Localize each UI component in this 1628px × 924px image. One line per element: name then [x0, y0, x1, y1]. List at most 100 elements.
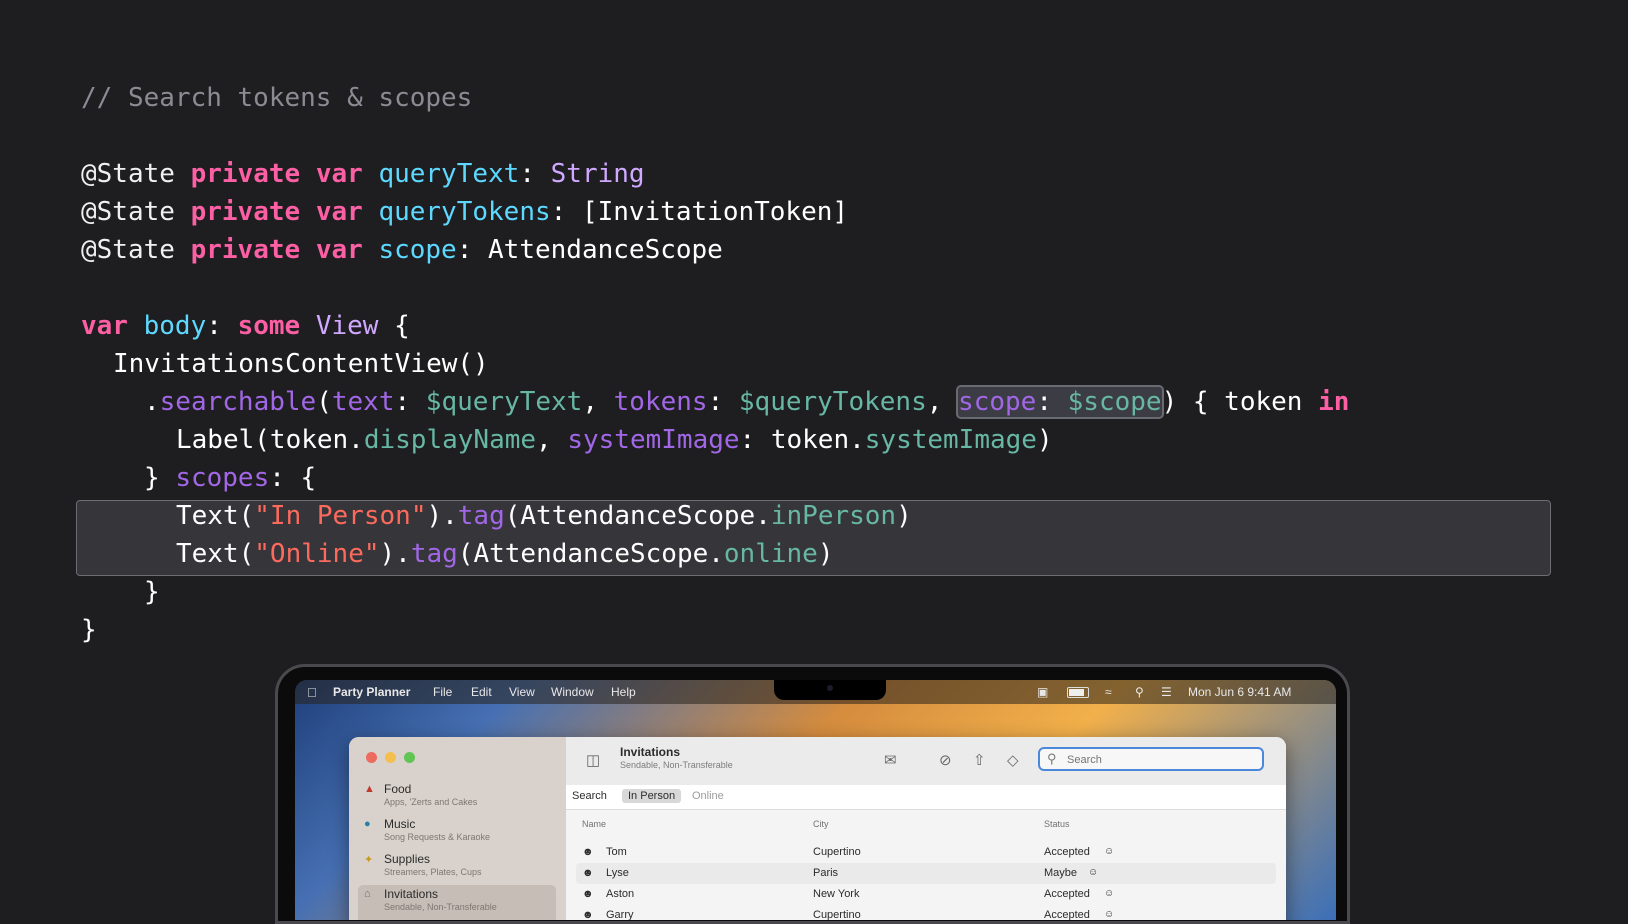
status-person-icon: ☺: [1088, 867, 1099, 878]
screen-mirror-icon[interactable]: ▣: [1037, 685, 1048, 699]
attr: @State: [81, 197, 175, 227]
scope-in-person[interactable]: In Person: [622, 789, 682, 803]
menu-file[interactable]: File: [433, 685, 452, 699]
punct: ): [1036, 425, 1053, 455]
minimize-window-button[interactable]: [385, 752, 396, 763]
row-name: Tom: [606, 846, 627, 858]
code-line-scopes: } scopes: {: [144, 459, 316, 497]
code-line-label: Label(token.displayName, systemImage: to…: [176, 421, 1053, 459]
keyword: private: [190, 159, 301, 189]
row-status: Accepted: [1044, 909, 1090, 920]
close-window-button[interactable]: [366, 752, 377, 763]
row-name: Lyse: [606, 867, 629, 879]
control-center-icon[interactable]: ☰: [1161, 685, 1172, 699]
share-icon[interactable]: ⇧: [973, 751, 986, 769]
toolbar: ◫ Invitations Sendable, Non-Transferable…: [566, 737, 1286, 786]
sidebar-item-music[interactable]: ● Music Song Requests & Karaoke: [364, 817, 554, 849]
avatar-icon: ☻: [582, 867, 594, 879]
app-window: ▲ Food Apps, 'Zerts and Cakes ● Music So…: [349, 737, 1286, 920]
wifi-icon[interactable]: ≈: [1105, 685, 1112, 699]
apple-menu-icon[interactable]: : [307, 685, 317, 700]
menu-edit[interactable]: Edit: [471, 685, 492, 699]
supplies-icon: ✦: [364, 854, 374, 866]
menu-clock[interactable]: Mon Jun 6 9:41 AM: [1188, 685, 1291, 699]
code-line-content-view: InvitationsContentView(): [113, 345, 489, 383]
search-field[interactable]: ⚲: [1038, 747, 1264, 771]
type: AttendanceScope: [488, 235, 723, 265]
type: [InvitationToken]: [581, 197, 849, 227]
punct: ): [896, 501, 912, 531]
call: Label(token.: [176, 425, 364, 455]
punct: ,: [582, 387, 614, 417]
arg-label: scopes: [175, 463, 270, 493]
type: String: [550, 159, 645, 189]
call: Text(: [176, 539, 255, 569]
keyword: in: [1318, 387, 1350, 417]
punct: :: [206, 311, 238, 341]
decline-icon[interactable]: ⊘: [939, 751, 952, 769]
toolbar-title: Invitations: [620, 745, 681, 759]
food-icon: ▲: [364, 783, 375, 795]
table-row[interactable]: ☻ Lyse Paris Maybe ☺: [576, 863, 1276, 884]
punct: .: [144, 387, 160, 417]
menu-view[interactable]: View: [509, 685, 535, 699]
spotlight-icon[interactable]: ⚲: [1135, 685, 1144, 699]
laptop-frame:  Party Planner File Edit View Window He…: [275, 664, 1350, 924]
arg-label: tokens: [613, 387, 708, 417]
punct: : {: [269, 463, 317, 493]
menu-help[interactable]: Help: [611, 685, 636, 699]
table-row[interactable]: ☻ Tom Cupertino Accepted ☺: [576, 842, 1276, 863]
music-icon: ●: [364, 818, 371, 830]
type: View: [315, 311, 379, 341]
punct: }: [81, 615, 97, 645]
tag-icon[interactable]: ◇: [1007, 751, 1019, 769]
punct: }: [144, 577, 160, 607]
string: "Online": [254, 539, 380, 569]
attr: @State: [81, 159, 175, 189]
binding: $queryTokens: [738, 387, 927, 417]
punct: (AttendanceScope.: [457, 539, 724, 569]
punct: (AttendanceScope.: [504, 501, 771, 531]
punct: {: [378, 311, 410, 341]
code-line-online: Text("Online").tag(AttendanceScope.onlin…: [176, 535, 833, 573]
battery-icon[interactable]: [1067, 687, 1089, 698]
column-header-status[interactable]: Status: [1044, 819, 1070, 829]
keyword: private: [190, 197, 301, 227]
punct: ) { token: [1161, 387, 1319, 417]
binding: $scope: [1067, 387, 1162, 417]
comment-text: // Search tokens & scopes: [81, 83, 473, 113]
column-header-city[interactable]: City: [813, 819, 829, 829]
menu-window[interactable]: Window: [551, 685, 594, 699]
method: searchable: [159, 387, 317, 417]
sidebar-item-title: Invitations: [384, 887, 439, 901]
keyword: var: [315, 197, 363, 227]
row-city: New York: [813, 888, 860, 900]
punct: :: [519, 159, 551, 189]
column-header-name[interactable]: Name: [582, 819, 606, 829]
binding: $queryText: [425, 387, 583, 417]
zoom-window-button[interactable]: [404, 752, 415, 763]
search-input[interactable]: [1065, 751, 1259, 769]
method: tag: [410, 539, 458, 569]
row-status: Accepted: [1044, 888, 1090, 900]
table-row[interactable]: ☻ Garry Cupertino Accepted ☺: [576, 905, 1276, 920]
sidebar-item-supplies[interactable]: ✦ Supplies Streamers, Plates, Cups: [364, 852, 554, 884]
arg-label: scope: [958, 387, 1037, 417]
mail-icon[interactable]: ✉: [884, 751, 897, 769]
punct: :: [456, 235, 489, 265]
code-line-in-person: Text("In Person").tag(AttendanceScope.in…: [176, 497, 912, 535]
invitations-icon: ⌂: [364, 888, 371, 900]
scope-online[interactable]: Online: [692, 790, 724, 802]
sidebar-item-invitations[interactable]: ⌂ Invitations Sendable, Non-Transferable: [364, 887, 554, 919]
punct: ,: [536, 425, 568, 455]
scope-bar-label: Search: [572, 790, 607, 802]
punct: :: [394, 387, 426, 417]
sidebar-item-subtitle: Streamers, Plates, Cups: [384, 867, 482, 877]
camera-notch: [774, 680, 886, 700]
main-content: ◫ Invitations Sendable, Non-Transferable…: [566, 737, 1286, 920]
row-city: Cupertino: [813, 846, 861, 858]
sidebar-toggle-icon[interactable]: ◫: [586, 751, 600, 769]
table-row[interactable]: ☻ Aston New York Accepted ☺: [576, 884, 1276, 905]
sidebar-item-food[interactable]: ▲ Food Apps, 'Zerts and Cakes: [364, 782, 554, 814]
menu-app-name[interactable]: Party Planner: [333, 685, 410, 699]
